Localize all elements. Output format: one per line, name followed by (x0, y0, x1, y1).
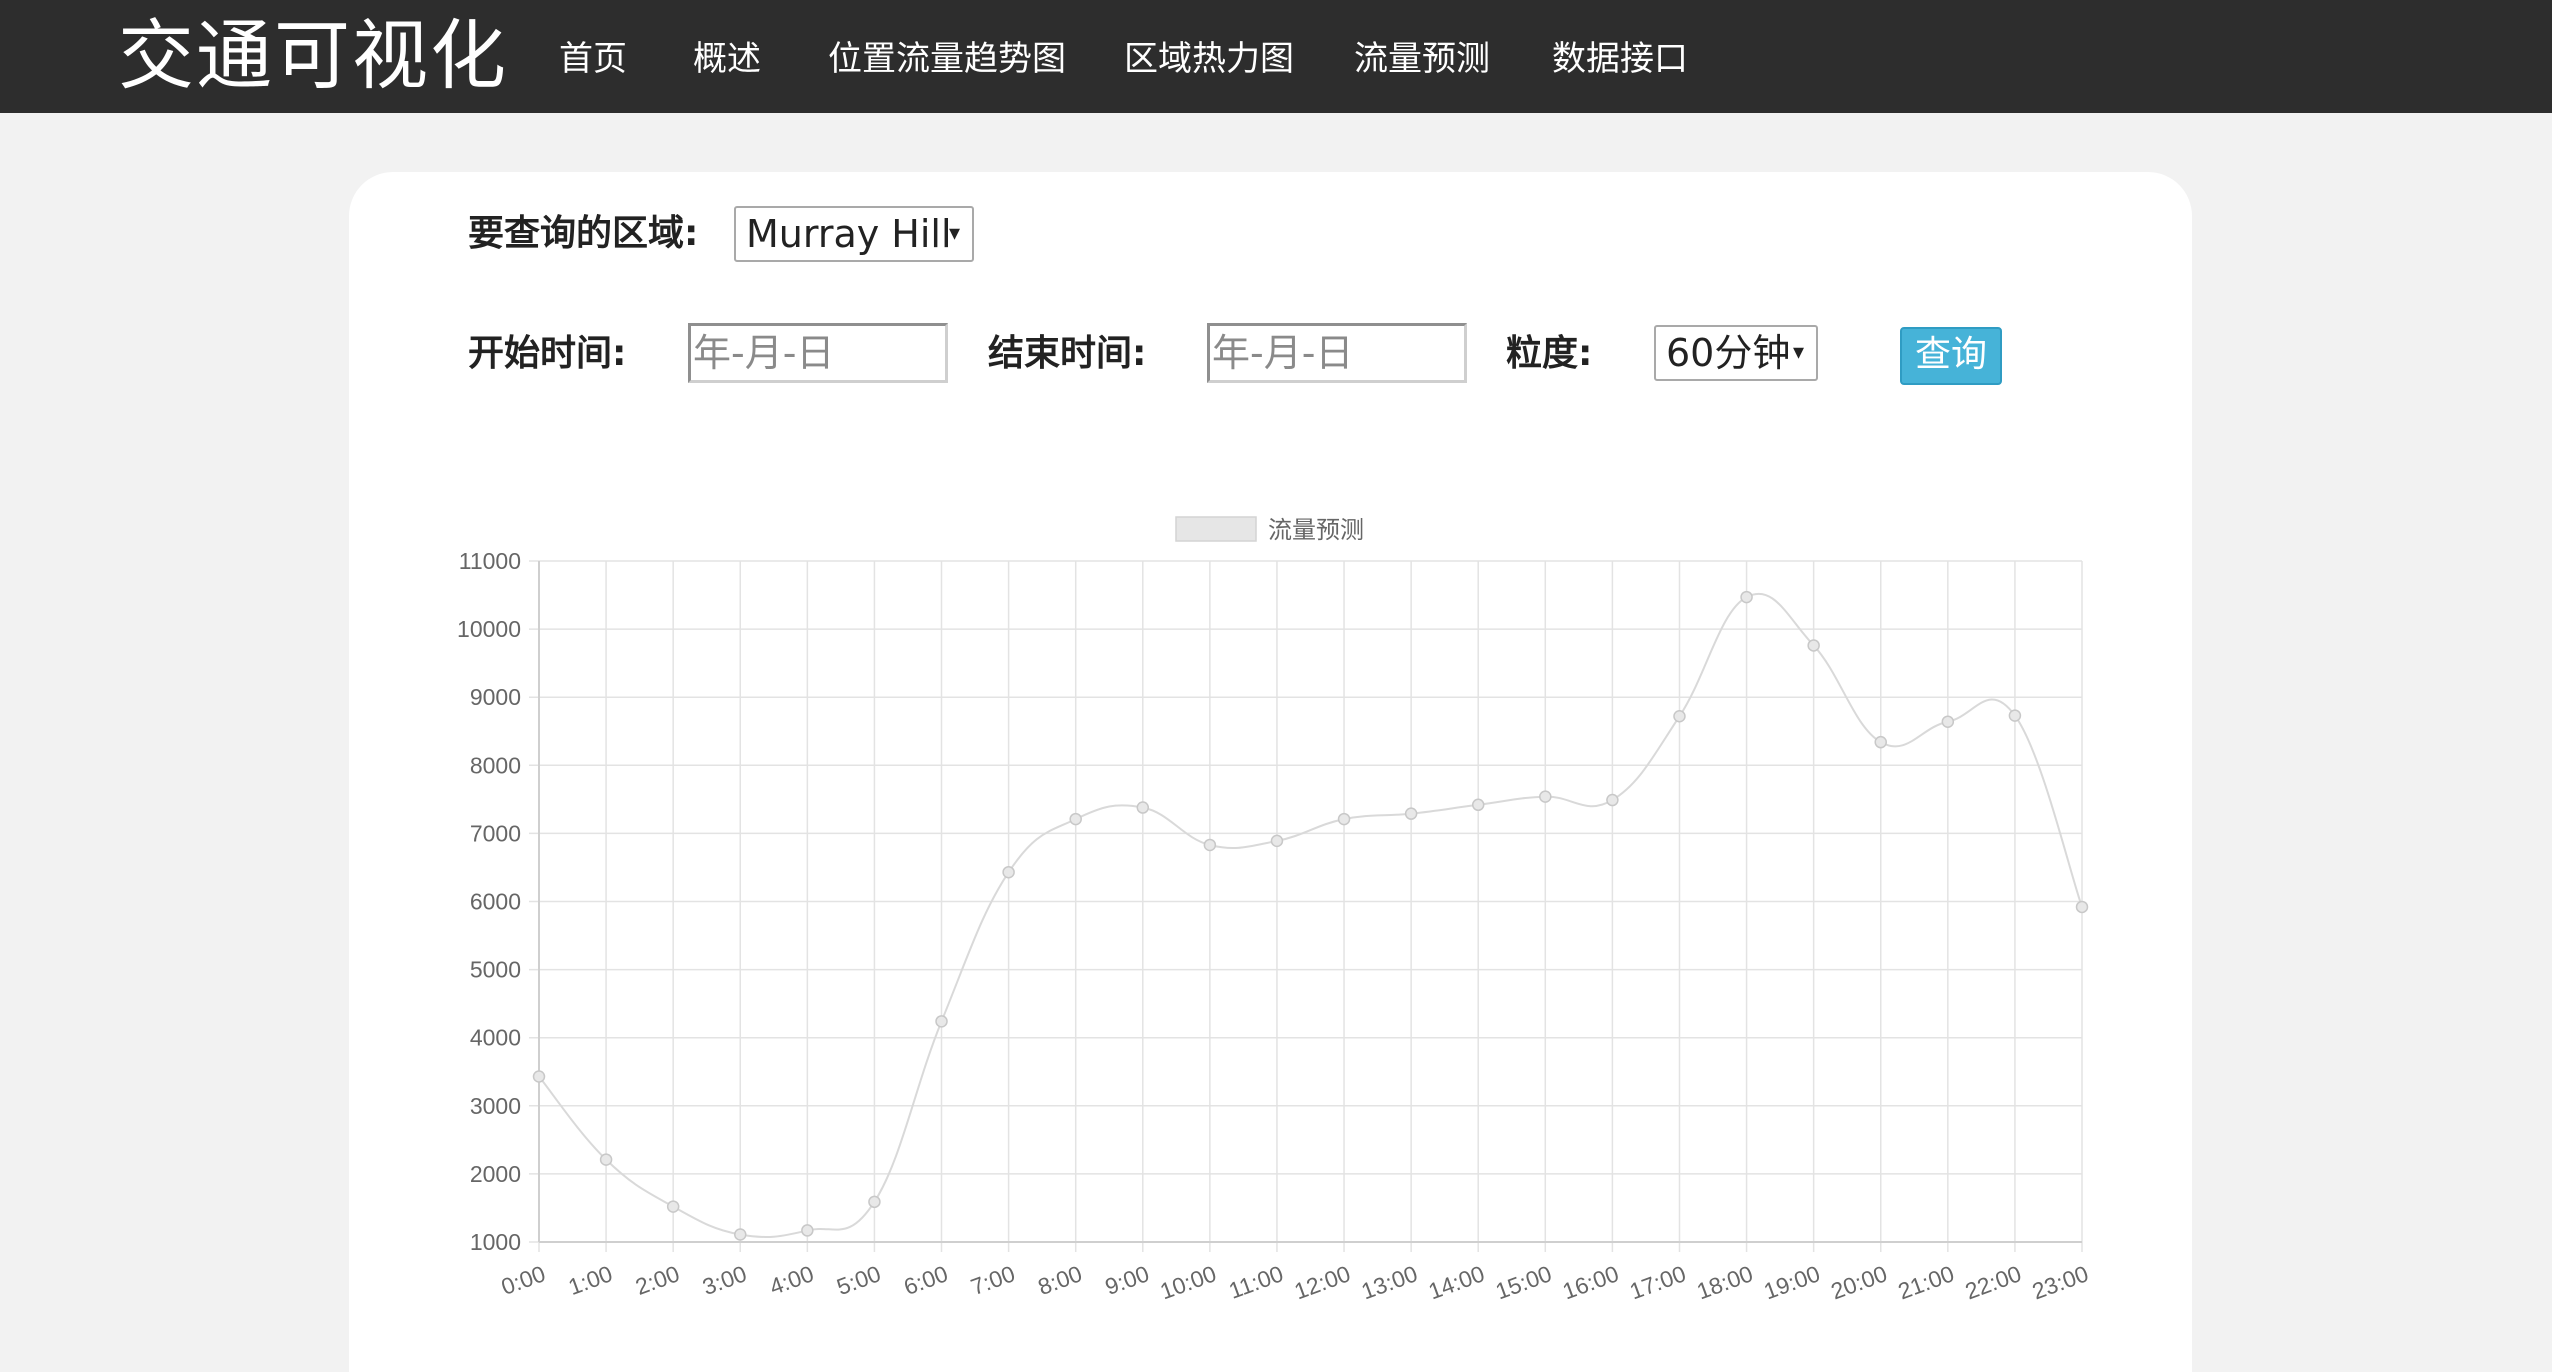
x-tick-label: 2:00 (632, 1260, 683, 1300)
data-point[interactable] (532, 1070, 546, 1083)
data-point[interactable] (1807, 639, 1820, 652)
x-tick-label: 11:00 (1225, 1260, 1286, 1304)
y-tick-label: 8000 (470, 752, 521, 778)
data-point[interactable] (935, 1015, 948, 1028)
chart-y-axis: 1000 2000 3000 4000 5000 6000 7000 8000 9000 1000… (457, 548, 521, 1255)
data-point[interactable] (734, 1228, 747, 1241)
x-tick-label: 9:00 (1102, 1260, 1153, 1300)
data-point[interactable] (1941, 715, 1955, 728)
x-tick-label: 3:00 (699, 1260, 750, 1300)
data-point[interactable] (1136, 801, 1150, 814)
y-tick-label: 2000 (470, 1161, 521, 1187)
data-point[interactable] (1539, 790, 1552, 803)
x-tick-label: 6:00 (900, 1260, 951, 1300)
x-tick-label: 21:00 (1895, 1260, 1958, 1304)
y-tick-label: 4000 (470, 1025, 521, 1051)
data-point[interactable] (1874, 735, 1887, 749)
chart-x-axis: 0:00 1:00 2:00 3:00 4:00 5:00 6:00 7:00 8:00 9:00… (498, 1260, 2092, 1304)
data-point[interactable] (1740, 590, 1753, 604)
data-point[interactable] (1002, 865, 1015, 879)
x-tick-label: 15:00 (1492, 1260, 1555, 1304)
flow-forecast-line-chart: 流量预测 1000 2000 3000 4000 5000 6000 7000 8000 900… (457, 516, 2092, 1304)
x-tick-label: 8:00 (1034, 1260, 1085, 1300)
x-tick-label: 0:00 (498, 1260, 549, 1300)
y-tick-label: 10000 (457, 616, 521, 642)
data-point[interactable] (2008, 709, 2022, 722)
chart-grid (529, 560, 2083, 1252)
y-tick-label: 11000 (459, 548, 521, 574)
x-tick-label: 14:00 (1425, 1260, 1488, 1304)
data-point[interactable] (599, 1153, 613, 1166)
x-tick-label: 23:00 (2029, 1260, 2092, 1304)
x-tick-label: 17:00 (1626, 1260, 1689, 1304)
x-tick-label: 1:00 (565, 1260, 616, 1300)
chart-legend[interactable]: 流量预测 (1175, 516, 1364, 544)
chart-series (532, 590, 2089, 1241)
x-tick-label: 12:00 (1291, 1260, 1354, 1304)
x-tick-label: 20:00 (1827, 1260, 1890, 1304)
data-point[interactable] (1673, 710, 1686, 723)
data-point[interactable] (1471, 798, 1485, 812)
legend-swatch[interactable] (1175, 516, 1257, 542)
data-point[interactable] (2075, 900, 2089, 914)
x-tick-label: 13:00 (1358, 1260, 1421, 1304)
x-tick-label: 4:00 (766, 1260, 817, 1300)
data-point[interactable] (868, 1195, 881, 1209)
x-tick-label: 18:00 (1693, 1260, 1756, 1304)
x-tick-label: 19:00 (1760, 1260, 1823, 1304)
series-line (538, 592, 2083, 1239)
y-tick-label: 7000 (470, 820, 521, 846)
y-tick-label: 1000 (470, 1229, 521, 1255)
data-point[interactable] (1270, 834, 1284, 848)
x-tick-label: 10:00 (1157, 1260, 1220, 1304)
data-point[interactable] (666, 1200, 680, 1213)
data-point[interactable] (1337, 812, 1351, 826)
data-point[interactable] (1606, 793, 1619, 807)
page: 交通可视化 首页 概述 位置流量趋势图 区域热力图 流量预测 数据接口 要查询的… (0, 0, 2552, 1372)
x-tick-label: 16:00 (1559, 1260, 1622, 1304)
y-tick-label: 6000 (470, 889, 521, 915)
data-point[interactable] (1203, 838, 1217, 852)
x-tick-label: 5:00 (833, 1260, 884, 1300)
legend-label[interactable]: 流量预测 (1268, 517, 1364, 544)
y-tick-label: 5000 (470, 957, 521, 983)
data-point[interactable] (1069, 812, 1082, 826)
y-tick-label: 3000 (470, 1093, 521, 1119)
data-point[interactable] (1404, 807, 1418, 820)
y-tick-label: 9000 (470, 684, 521, 710)
data-point[interactable] (801, 1224, 814, 1237)
x-tick-label: 22:00 (1962, 1260, 2025, 1304)
x-tick-label: 7:00 (967, 1260, 1018, 1300)
